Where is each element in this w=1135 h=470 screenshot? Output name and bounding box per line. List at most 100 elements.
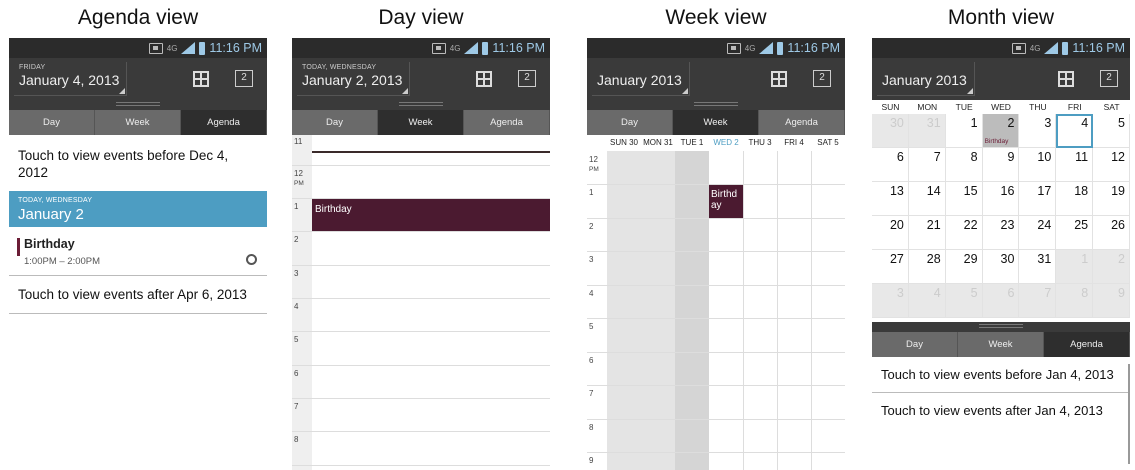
tab-day[interactable]: Day: [292, 110, 378, 135]
month-day-cell[interactable]: 11: [1056, 148, 1094, 182]
month-day-cell[interactable]: 4: [1056, 114, 1094, 148]
today-calendar-icon[interactable]: 2: [813, 70, 831, 87]
scrollbar[interactable]: [1128, 364, 1130, 464]
month-day-cell[interactable]: 31: [1019, 250, 1057, 284]
hour-label: 2: [589, 222, 594, 231]
drag-handle[interactable]: [292, 100, 550, 110]
month-day-cell[interactable]: 1: [1056, 250, 1094, 284]
week-event-birthday[interactable]: Birthd ay: [709, 185, 743, 218]
month-day-cell[interactable]: 26: [1093, 216, 1130, 250]
tab-agenda[interactable]: Agenda: [464, 110, 550, 135]
month-day-cell[interactable]: 15: [945, 182, 983, 216]
month-day-cell[interactable]: 10: [1019, 148, 1057, 182]
month-day-cell[interactable]: 2: [1093, 250, 1130, 284]
tab-week[interactable]: Week: [378, 110, 464, 135]
tab-agenda[interactable]: Agenda: [1044, 332, 1130, 357]
month-day-cell[interactable]: 19: [1093, 182, 1130, 216]
month-day-cell[interactable]: 13: [872, 182, 909, 216]
month-day-cell[interactable]: 5: [1093, 114, 1130, 148]
grid-icon[interactable]: [476, 71, 492, 87]
month-day-cell[interactable]: 24: [1019, 216, 1057, 250]
day-event-birthday[interactable]: Birthday: [312, 199, 550, 231]
month-day-cell[interactable]: 8: [1056, 284, 1094, 318]
month-day-cell[interactable]: 9: [982, 148, 1020, 182]
grid-icon[interactable]: [771, 71, 787, 87]
month-day-cell[interactable]: 5: [945, 284, 983, 318]
hour-row: [292, 165, 550, 166]
tab-week[interactable]: Week: [95, 110, 181, 135]
load-later-events[interactable]: Touch to view events after Jan 4, 2013: [872, 393, 1130, 428]
date-selector[interactable]: TODAY, WEDNESDAY January 2, 2013: [297, 62, 411, 96]
month-day-cell[interactable]: 3: [1019, 114, 1057, 148]
load-earlier-events[interactable]: Touch to view events before Dec 4, 2012: [9, 135, 267, 191]
month-day-number: 17: [1037, 184, 1052, 198]
hour-label: 8: [589, 423, 594, 432]
tab-week[interactable]: Week: [958, 332, 1044, 357]
hour-row: [292, 465, 550, 466]
month-day-cell[interactable]: 7: [1019, 284, 1057, 318]
agenda-phone: 4G 11:16 PM FRIDAY January 4, 2013 2 Day…: [9, 38, 267, 470]
date-selector[interactable]: FRIDAY January 4, 2013: [14, 62, 128, 96]
hour-row: [292, 298, 550, 299]
today-calendar-icon[interactable]: 2: [518, 70, 536, 87]
month-day-cell[interactable]: 22: [945, 216, 983, 250]
drag-handle[interactable]: [587, 100, 845, 110]
day-timeline[interactable]: 11 12PM 1 Birthday 2 3 4 5 6 7 8 9: [292, 135, 550, 470]
month-day-cell[interactable]: 1: [945, 114, 983, 148]
drag-handle[interactable]: [9, 100, 267, 110]
month-day-cell[interactable]: 6: [872, 148, 909, 182]
month-day-cell[interactable]: 12: [1093, 148, 1130, 182]
hour-label: 2: [294, 235, 299, 244]
month-day-cell[interactable]: 31: [908, 114, 946, 148]
signal-icon: [1044, 42, 1059, 54]
month-day-cell[interactable]: 8: [945, 148, 983, 182]
network-label: 4G: [1029, 43, 1041, 53]
week-grid[interactable]: SUN 30 MON 31 TUE 1 WED 2 THU 3 FRI 4 SA…: [587, 135, 845, 470]
caption-agenda-view: Agenda view: [77, 6, 199, 29]
month-grid: 30 31 1 2 Birthday 3 4 5 6 7 8 9 10 11 12 13 14 15 16 17 18 1…: [872, 114, 1130, 318]
month-day-cell[interactable]: 3: [872, 284, 909, 318]
month-day-cell[interactable]: 21: [908, 216, 946, 250]
today-calendar-icon[interactable]: 2: [235, 70, 253, 87]
today-calendar-icon[interactable]: 2: [1100, 70, 1118, 87]
month-day-cell[interactable]: 30: [872, 114, 909, 148]
tab-day[interactable]: Day: [587, 110, 673, 135]
date-title: January 2, 2013: [302, 72, 403, 88]
hour-label: 9: [589, 456, 594, 465]
month-day-cell[interactable]: 27: [872, 250, 909, 284]
battery-icon: [1062, 41, 1069, 55]
month-day-cell[interactable]: 14: [908, 182, 946, 216]
tab-day[interactable]: Day: [9, 110, 95, 135]
month-day-cell[interactable]: 25: [1056, 216, 1094, 250]
month-phone: 4G 11:16 PM January 2013 2 SUN MON TUE W…: [872, 38, 1130, 470]
hour-row: [587, 285, 845, 286]
drag-handle[interactable]: [872, 322, 1130, 332]
month-day-cell[interactable]: 9: [1093, 284, 1130, 318]
yesterday-shade: [675, 151, 709, 470]
month-day-number: 30: [889, 116, 904, 130]
month-day-cell[interactable]: 2 Birthday: [982, 114, 1020, 148]
month-day-cell[interactable]: 20: [872, 216, 909, 250]
grid-icon[interactable]: [1058, 71, 1074, 87]
date-selector[interactable]: January 2013: [592, 62, 690, 96]
date-selector[interactable]: January 2013: [877, 62, 975, 96]
month-day-cell[interactable]: 6: [982, 284, 1020, 318]
month-day-cell[interactable]: 7: [908, 148, 946, 182]
load-earlier-events[interactable]: Touch to view events before Jan 4, 2013: [872, 357, 1130, 393]
agenda-event-item[interactable]: Birthday 1:00PM – 2:00PM: [9, 227, 267, 276]
month-day-cell[interactable]: 16: [982, 182, 1020, 216]
month-day-cell[interactable]: 28: [908, 250, 946, 284]
month-day-cell[interactable]: 18: [1056, 182, 1094, 216]
month-day-cell[interactable]: 17: [1019, 182, 1057, 216]
month-day-cell[interactable]: 29: [945, 250, 983, 284]
month-day-cell[interactable]: 23: [982, 216, 1020, 250]
tab-week[interactable]: Week: [673, 110, 759, 135]
tab-agenda[interactable]: Agenda: [759, 110, 845, 135]
grid-icon[interactable]: [193, 71, 209, 87]
month-day-cell[interactable]: 30: [982, 250, 1020, 284]
tab-agenda[interactable]: Agenda: [181, 110, 267, 135]
month-day-cell[interactable]: 4: [908, 284, 946, 318]
tab-day[interactable]: Day: [872, 332, 958, 357]
signal-icon: [464, 42, 479, 54]
load-later-events[interactable]: Touch to view events after Apr 6, 2013: [9, 276, 267, 314]
